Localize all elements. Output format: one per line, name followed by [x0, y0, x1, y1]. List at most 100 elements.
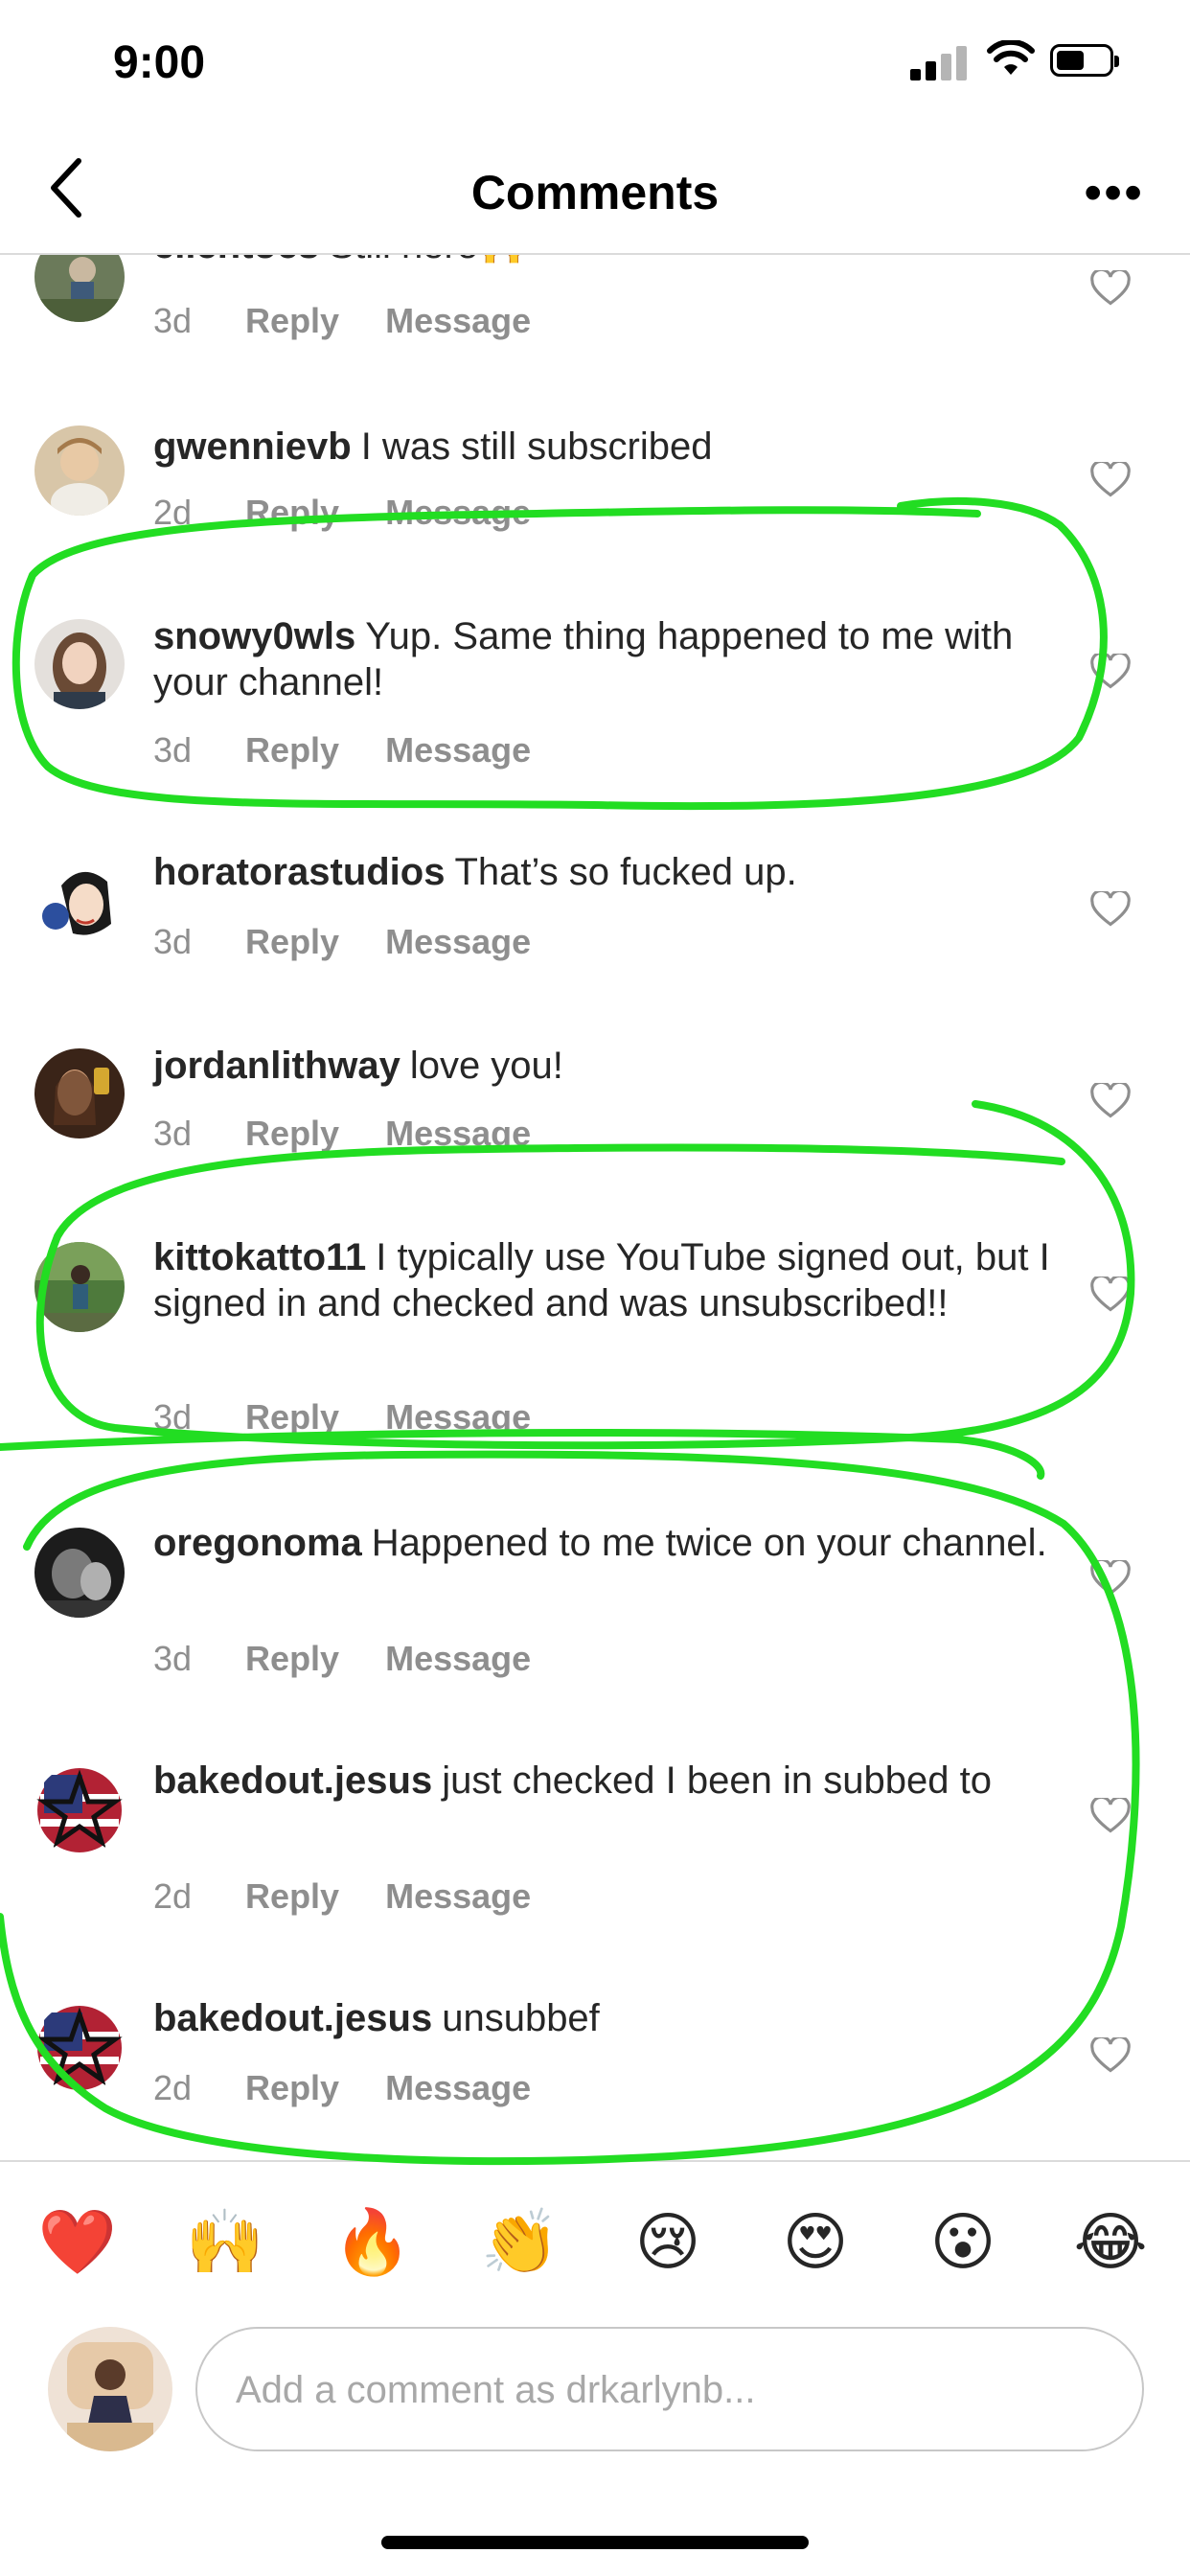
heart-icon[interactable] — [1090, 270, 1131, 307]
comment-text: snowy0wls Yup. Same thing happened to me … — [153, 613, 1054, 705]
reply-button[interactable]: Reply — [245, 1639, 339, 1678]
comment-meta: 3d Reply Message — [153, 922, 577, 962]
comment-username[interactable]: horatorastudios — [153, 851, 445, 893]
avatar[interactable] — [34, 1528, 125, 1618]
status-bar: 9:00 — [0, 0, 1190, 134]
message-button[interactable]: Message — [385, 1639, 531, 1678]
comment-age: 3d — [153, 1114, 193, 1153]
comment-composer[interactable] — [195, 2327, 1144, 2451]
tears-of-joy-emoji-button[interactable]: 😂 — [1067, 2195, 1154, 2290]
composer-avatar — [48, 2327, 172, 2451]
comment-text: gwennievb I was still subscribed — [153, 424, 1054, 470]
crying-face-emoji-button[interactable]: 😢 — [625, 2195, 711, 2290]
wifi-icon — [987, 40, 1035, 75]
message-button[interactable]: Message — [385, 301, 531, 340]
heart-eyes-emoji-button[interactable]: 😍 — [772, 2195, 858, 2290]
surprised-face-emoji-button[interactable]: 😮 — [920, 2195, 1006, 2290]
comment-meta: 3d Reply Message — [153, 1114, 577, 1154]
avatar[interactable] — [34, 1048, 125, 1138]
comment-username[interactable]: bakedout.jesus — [153, 1997, 432, 2039]
heart-icon[interactable] — [1090, 1083, 1131, 1119]
footer-divider — [0, 2160, 1190, 2162]
heart-icon[interactable] — [1090, 1798, 1131, 1834]
comment-age: 3d — [153, 730, 193, 770]
avatar[interactable] — [34, 2003, 125, 2093]
comment-meta: 3d Reply Message — [153, 301, 577, 341]
comment-item: ellentoes Still here🙌 3d Reply Message — [0, 255, 1190, 402]
status-time: 9:00 — [113, 37, 206, 88]
comment-username[interactable]: snowy0wls — [153, 615, 355, 657]
avatar[interactable] — [34, 1242, 125, 1332]
avatar[interactable] — [34, 1765, 125, 1855]
comment-meta: 2d Reply Message — [153, 1876, 577, 1917]
comment-input[interactable] — [234, 2329, 1100, 2451]
fire-emoji-button[interactable]: 🔥 — [330, 2195, 416, 2290]
comment-meta: 3d Reply Message — [153, 1397, 577, 1438]
more-horizontal-icon[interactable]: ••• — [1084, 163, 1144, 222]
clapping-hands-emoji-button[interactable]: 👏 — [477, 2195, 563, 2290]
message-button[interactable]: Message — [385, 2068, 531, 2107]
comment-meta: 2d Reply Message — [153, 493, 577, 533]
reply-button[interactable]: Reply — [245, 1397, 339, 1437]
reply-button[interactable]: Reply — [245, 1114, 339, 1153]
comment-username[interactable]: ellentoes — [153, 255, 319, 266]
comment-body: I was still subscribed — [360, 426, 713, 468]
comment-text: kittokatto11 I typically use YouTube sign… — [153, 1234, 1054, 1326]
heart-icon[interactable] — [1090, 1560, 1131, 1597]
comment-text: bakedout.jesus unsubbef — [153, 1995, 1054, 2041]
reply-button[interactable]: Reply — [245, 922, 339, 961]
comment-text: oregonoma Happened to me twice on your ch… — [153, 1520, 1054, 1566]
message-button[interactable]: Message — [385, 1114, 531, 1153]
avatar[interactable] — [34, 426, 125, 516]
comment-body: That’s so fucked up. — [454, 851, 797, 893]
message-button[interactable]: Message — [385, 1876, 531, 1916]
comment-age: 3d — [153, 1639, 193, 1678]
reply-button[interactable]: Reply — [245, 301, 339, 340]
home-indicator — [381, 2536, 809, 2549]
comment-username[interactable]: jordanlithway — [153, 1045, 400, 1087]
comment-text: horatorastudios That’s so fucked up. — [153, 849, 1054, 895]
comment-age: 3d — [153, 1397, 193, 1437]
comment-username[interactable]: oregonoma — [153, 1522, 362, 1564]
comment-age: 3d — [153, 301, 193, 340]
heart-emoji-button[interactable]: ❤️ — [34, 2195, 121, 2290]
comment-username[interactable]: bakedout.jesus — [153, 1760, 432, 1802]
raised-hands-emoji-button[interactable]: 🙌 — [182, 2195, 268, 2290]
avatar[interactable] — [34, 857, 125, 947]
comment-list[interactable]: ellentoes Still here🙌 3d Reply Message gwen… — [0, 255, 1190, 2160]
comment-meta: 3d Reply Message — [153, 730, 577, 770]
comment-body: love you! — [409, 1045, 563, 1087]
battery-icon — [1050, 44, 1119, 77]
comment-text: ellentoes Still here🙌 — [153, 255, 1054, 268]
comment-body: Happened to me twice on your channel. — [371, 1522, 1047, 1564]
comment-username[interactable]: kittokatto11 — [153, 1236, 366, 1278]
reply-button[interactable]: Reply — [245, 730, 339, 770]
heart-icon[interactable] — [1090, 2037, 1131, 2074]
message-button[interactable]: Message — [385, 1397, 531, 1437]
comment-text: jordanlithway love you! — [153, 1043, 1054, 1089]
comment-body: Still here🙌 — [329, 255, 525, 266]
reply-button[interactable]: Reply — [245, 2068, 339, 2107]
header: Comments ••• — [0, 144, 1190, 255]
comment-meta: 2d Reply Message — [153, 2068, 577, 2108]
comment-age: 2d — [153, 493, 193, 532]
heart-icon[interactable] — [1090, 654, 1131, 690]
comment-username[interactable]: gwennievb — [153, 426, 352, 468]
comment-age: 2d — [153, 2068, 193, 2107]
avatar[interactable] — [34, 255, 125, 322]
comment-age: 2d — [153, 1876, 193, 1916]
message-button[interactable]: Message — [385, 730, 531, 770]
comment-meta: 3d Reply Message — [153, 1639, 577, 1679]
reply-button[interactable]: Reply — [245, 493, 339, 532]
comment-text: bakedout.jesus just checked I been in sub… — [153, 1758, 1054, 1804]
heart-icon[interactable] — [1090, 891, 1131, 928]
comment-body: unsubbef — [442, 1997, 600, 2039]
heart-icon[interactable] — [1090, 1276, 1131, 1313]
emoji-reaction-bar: ❤️ 🙌 🔥 👏 😢 😍 😮 😂 — [0, 2195, 1190, 2290]
message-button[interactable]: Message — [385, 922, 531, 961]
message-button[interactable]: Message — [385, 493, 531, 532]
avatar[interactable] — [34, 619, 125, 709]
heart-icon[interactable] — [1090, 462, 1131, 498]
reply-button[interactable]: Reply — [245, 1876, 339, 1916]
cellular-signal-icon — [910, 46, 970, 80]
